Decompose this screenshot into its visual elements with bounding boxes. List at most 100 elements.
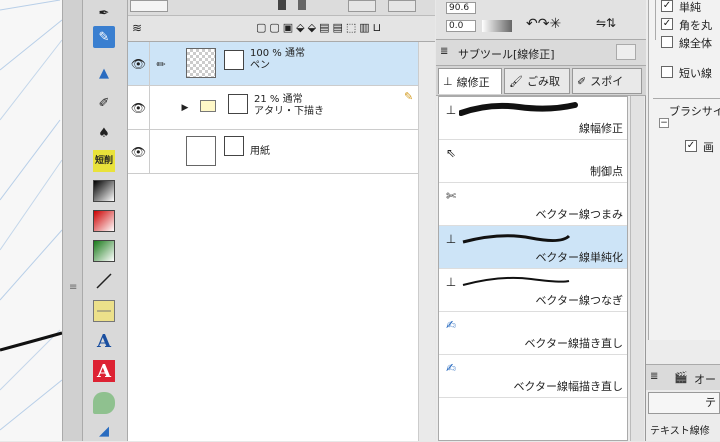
raster-layer-icon [228, 94, 248, 114]
subtool-vector-redraw[interactable]: ✍ ベクター線描き直し [439, 312, 627, 355]
vector-layer-icon [224, 50, 244, 70]
round-corner-label: 角を丸 [679, 19, 712, 32]
value-slider[interactable] [482, 20, 512, 32]
layer-panel: ≋ ▢▢▣⬙⬙▤▤⬚▥⊔ 👁 ✏ 100 % 通常 ペン 👁 ▶ 21 % 通常… [128, 0, 435, 441]
layer-scrollbar[interactable] [418, 42, 435, 441]
value-field-2[interactable]: 0.0 [446, 20, 476, 32]
layer-opacity-blend: 100 % 通常 [250, 48, 305, 59]
visibility-eye-icon[interactable]: 👁 [128, 130, 150, 174]
layer-thumbnail [186, 48, 216, 78]
layer-option-button[interactable] [348, 0, 376, 12]
layer-list: 👁 ✏ 100 % 通常 ペン 👁 ▶ 21 % 通常 アタリ・下描き ✎ 👁 … [128, 42, 435, 441]
eyedropper-icon: ✐ [577, 74, 587, 88]
subtool-vector-width-redraw[interactable]: ✍ ベクター線幅描き直し [439, 355, 627, 398]
subtool-scrollbar[interactable] [630, 96, 644, 441]
layer-name: ペン [250, 60, 270, 71]
layer-opacity-blend: 21 % 通常 [254, 94, 303, 105]
blend-mode-select[interactable] [130, 0, 168, 12]
layer-command-bar: ≋ ▢▢▣⬙⬙▤▤⬚▥⊔ [128, 16, 435, 42]
gradient-dark-icon[interactable] [93, 180, 115, 202]
auto-action-text: テキスト線修 [650, 426, 710, 437]
rotate-icons[interactable]: ↶↷✳ [526, 16, 561, 32]
round-corner-checkbox[interactable]: ✓ [661, 18, 673, 30]
layer-name: アタリ・下描き [254, 106, 324, 117]
layer-top-controls [128, 0, 435, 16]
subtool-list: ⊥ 線幅修正 ⇖ 制御点 ✄ ベクター線つまみ ⊥ ベクター線単純化 ⊥ ベクタ… [438, 96, 628, 441]
brush-stroke-preview [459, 102, 578, 116]
value-field-1[interactable]: 90.6 [446, 2, 476, 14]
panel-menu-button[interactable] [616, 44, 636, 60]
subtool-line-width[interactable]: ⊥ 線幅修正 [439, 97, 627, 140]
stroke-preview [462, 276, 570, 286]
subtool-panel: 90.6 0.0 ↶↷✳ ⇋⇅ ≣ サブツール[線修正] ⊥ 線修正 🖌 ごみ取 ✐… [436, 0, 646, 441]
tab-dust[interactable]: 🖌 ごみ取 [504, 68, 570, 94]
short-line-label: 短い線 [679, 67, 712, 80]
layer-row-paper[interactable]: 👁 用紙 [128, 130, 418, 174]
gradient-green-icon[interactable] [93, 240, 115, 262]
ruler-icon[interactable]: ◢ [93, 420, 115, 442]
vector-pinch-icon: ✄ [445, 189, 457, 203]
auto-action-header: ≣ 🎬 オー [646, 364, 720, 390]
subtool-vector-simplify[interactable]: ⊥ ベクター線単純化 [439, 226, 627, 269]
property-body: ✓ 単純 ✓ 角を丸 線全体 短い線 ブラシサイ − ✓ 画 [648, 0, 720, 340]
layer-row-pen[interactable]: 👁 ✏ 100 % 通常 ペン [128, 42, 418, 86]
text-a-icon[interactable]: A [93, 330, 115, 352]
layer-name: 用紙 [250, 146, 270, 157]
dust-brush-icon: 🖌 [509, 74, 523, 88]
navigator-strip: 90.6 0.0 ↶↷✳ ⇋⇅ [436, 0, 646, 40]
whole-line-checkbox[interactable] [661, 36, 673, 48]
collapse-toggle-icon[interactable]: − [659, 118, 669, 128]
layer-command-icons[interactable]: ▢▢▣⬙⬙▤▤⬚▥⊔ [256, 21, 384, 34]
screen-checkbox[interactable]: ✓ [685, 140, 697, 152]
eraser-icon[interactable]: ♠ [93, 122, 115, 144]
tool-palette: ✒ ✎ ▲ ✐ ♠ 短削 A A ◢ [82, 0, 128, 441]
balloon-icon[interactable] [93, 392, 115, 414]
frame-icon[interactable] [93, 300, 115, 322]
vector-redraw-icon: ✍ [445, 318, 457, 332]
edit-pen-icon: ✏ [156, 57, 166, 71]
visibility-eye-icon[interactable]: 👁 [128, 86, 150, 130]
auto-action-label: オー [694, 373, 716, 386]
stroke-preview [462, 234, 571, 244]
tab-eyedropper[interactable]: ✐ スポイ [572, 68, 642, 94]
vector-connect-icon: ⊥ [445, 275, 457, 289]
text-a-red-icon[interactable]: A [93, 360, 115, 382]
line-width-icon: ⊥ [445, 103, 457, 117]
fill-icon[interactable]: ▲ [93, 62, 115, 84]
lock-icon[interactable] [278, 0, 286, 10]
tool-property-panel: ✓ 単純 ✓ 角を丸 線全体 短い線 ブラシサイ − ✓ 画 ≣ 🎬 オー テ … [646, 0, 720, 441]
expand-arrow-icon[interactable]: ▶ [178, 86, 192, 130]
layer-row-folder[interactable]: 👁 ▶ 21 % 通常 アタリ・下描き ✎ [128, 86, 418, 130]
whole-line-label: 線全体 [679, 37, 712, 50]
grip-icon: ≣ [440, 46, 449, 57]
layer-option-button-2[interactable] [388, 0, 416, 12]
panel-divider[interactable]: ≡ [62, 0, 82, 441]
gradient-red-icon[interactable] [93, 210, 115, 232]
layer-thumbnail [186, 136, 216, 166]
line-fix-icon: ⊥ [443, 75, 453, 88]
auto-action-button[interactable]: テ [648, 392, 720, 414]
clapper-icon: 🎬 [674, 371, 688, 384]
folder-icon [200, 100, 216, 112]
visibility-eye-icon[interactable]: 👁 [128, 42, 150, 86]
subtool-header: ≣ サブツール[線修正] [436, 40, 646, 66]
tab-line-fix[interactable]: ⊥ 線修正 [438, 68, 502, 94]
eyedropper-icon[interactable]: ✐ [93, 92, 115, 114]
pen-marker-icon: ✎ [404, 90, 414, 103]
simple-checkbox[interactable]: ✓ [661, 0, 673, 12]
vector-width-redraw-icon: ✍ [445, 361, 457, 375]
subtool-vector-connect[interactable]: ⊥ ベクター線つなぎ [439, 269, 627, 312]
pen-icon[interactable]: ✒ [93, 2, 115, 24]
subtool-header-title: サブツール[線修正] [458, 48, 555, 61]
short-tool-icon[interactable]: 短削 [93, 150, 115, 172]
lock-alpha-icon[interactable] [298, 0, 306, 10]
line-icon[interactable] [93, 270, 115, 292]
grip-icon: ≡ [69, 282, 78, 293]
subtool-vector-pinch[interactable]: ✄ ベクター線つまみ [439, 183, 627, 226]
pen-blue-icon[interactable]: ✎ [93, 26, 115, 48]
short-line-checkbox[interactable] [661, 66, 673, 78]
subtool-control-point[interactable]: ⇖ 制御点 [439, 140, 627, 183]
group-line [653, 98, 720, 99]
flip-icons[interactable]: ⇋⇅ [596, 16, 616, 30]
layer-stack-icon[interactable]: ≋ [132, 21, 142, 35]
